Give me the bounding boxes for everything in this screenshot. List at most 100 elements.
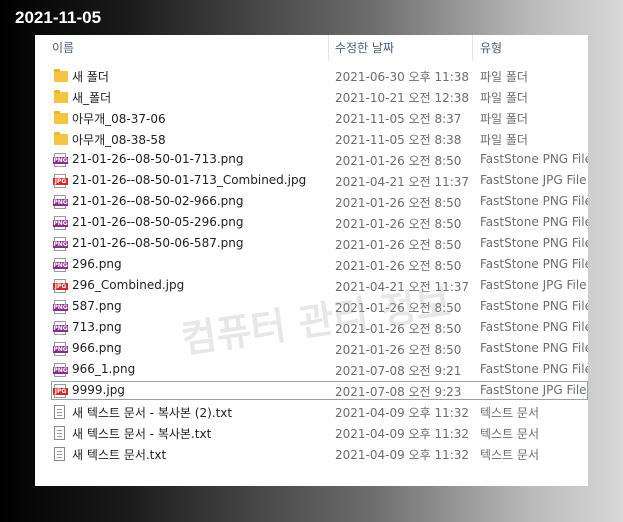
date-label: 2021-11-05	[15, 8, 102, 27]
file-type: FastStone PNG File	[480, 215, 588, 229]
jpg-file-icon: JPG	[53, 173, 69, 189]
file-type: FastStone PNG File	[480, 257, 588, 271]
file-date: 2021-01-26 오전 8:50	[335, 301, 462, 315]
folder-icon	[53, 89, 69, 105]
file-type: FastStone PNG File	[480, 320, 588, 334]
file-row[interactable]: 새 텍스트 문서 - 복사본.txt 2021-04-09 오후 11:32 텍스트…	[35, 422, 588, 443]
file-type: 파일 폴더	[480, 70, 528, 84]
file-date: 2021-04-09 오후 11:32	[335, 427, 470, 441]
file-row[interactable]: 아무개_08-37-06 2021-11-05 오전 8:37 파일 폴더	[35, 107, 588, 128]
file-rows: 새 폴더 2021-06-30 오후 11:38 파일 폴더새_폴더 2021-10-…	[35, 65, 588, 464]
file-type: FastStone PNG File	[480, 152, 588, 166]
file-row[interactable]: JPG 21-01-26--08-50-01-713_Combined.jpg 20…	[35, 170, 588, 191]
file-row[interactable]: PNG 21-01-26--08-50-01-713.png 2021-01-26 …	[35, 149, 588, 170]
file-name: 새 텍스트 문서 - 복사본.txt	[72, 427, 212, 441]
file-name: 아무개_08-38-58	[72, 133, 166, 147]
file-type: FastStone PNG File	[480, 194, 588, 208]
file-row[interactable]: PNG 296.png 2021-01-26 오전 8:50 FastStone PN…	[35, 254, 588, 275]
file-date: 2021-01-26 오전 8:50	[335, 154, 462, 168]
file-name: 새 폴더	[72, 70, 109, 84]
file-date: 2021-01-26 오전 8:50	[335, 238, 462, 252]
file-row[interactable]: PNG 587.png 2021-01-26 오전 8:50 FastStone PN…	[35, 296, 588, 317]
file-name: 21-01-26--08-50-02-966.png	[72, 194, 244, 208]
file-row[interactable]: JPG 9999.jpg 2021-07-08 오전 9:23 FastStone J…	[35, 380, 588, 401]
file-name: 966_1.png	[72, 362, 136, 376]
file-row[interactable]: PNG 21-01-26--08-50-05-296.png 2021-01-26 …	[35, 212, 588, 233]
folder-icon	[53, 110, 69, 126]
file-type: FastStone PNG File	[480, 362, 588, 376]
file-date: 2021-07-08 오전 9:21	[335, 364, 462, 378]
png-file-icon: PNG	[53, 215, 69, 231]
folder-icon	[53, 68, 69, 84]
png-file-icon: PNG	[53, 194, 69, 210]
folder-icon	[53, 131, 69, 147]
file-name: 21-01-26--08-50-01-713.png	[72, 152, 244, 166]
file-type: 텍스트 문서	[480, 406, 540, 420]
sort-up-icon: ^	[183, 35, 191, 42]
file-date: 2021-01-26 오전 8:50	[335, 343, 462, 357]
png-file-icon: PNG	[53, 236, 69, 252]
file-name: 966.png	[72, 341, 122, 355]
file-name: 9999.jpg	[72, 383, 125, 397]
file-explorer-list: 이름 ^ 수정한 날짜 유형 새 폴더 2021-06-30 오후 11:38 파일…	[35, 35, 588, 486]
file-row[interactable]: JPG 296_Combined.jpg 2021-04-21 오전 11:37 Fa…	[35, 275, 588, 296]
column-name[interactable]: 이름	[52, 39, 74, 56]
file-type: 파일 폴더	[480, 112, 528, 126]
file-name: 21-01-26--08-50-05-296.png	[72, 215, 244, 229]
text-file-icon	[53, 446, 69, 462]
file-date: 2021-11-05 오전 8:38	[335, 133, 462, 147]
file-name: 아무개_08-37-06	[72, 112, 166, 126]
file-name: 713.png	[72, 320, 122, 334]
file-type: FastStone PNG File	[480, 236, 588, 250]
file-row[interactable]: PNG 21-01-26--08-50-02-966.png 2021-01-26 …	[35, 191, 588, 212]
file-date: 2021-04-09 오후 11:32	[335, 406, 470, 420]
file-name: 새 텍스트 문서.txt	[72, 448, 167, 462]
file-row[interactable]: PNG 713.png 2021-01-26 오전 8:50 FastStone PN…	[35, 317, 588, 338]
file-row[interactable]: PNG 21-01-26--08-50-06-587.png 2021-01-26 …	[35, 233, 588, 254]
file-date: 2021-01-26 오전 8:50	[335, 217, 462, 231]
text-file-icon	[53, 425, 69, 441]
file-date: 2021-11-05 오전 8:37	[335, 112, 462, 126]
file-name: 296.png	[72, 257, 122, 271]
file-type: 텍스트 문서	[480, 448, 540, 462]
jpg-file-icon: JPG	[53, 383, 69, 399]
file-date: 2021-01-26 오전 8:50	[335, 322, 462, 336]
file-name: 21-01-26--08-50-01-713_Combined.jpg	[72, 173, 307, 187]
file-type: 파일 폴더	[480, 133, 528, 147]
file-type: 텍스트 문서	[480, 427, 540, 441]
file-row[interactable]: 아무개_08-38-58 2021-11-05 오전 8:38 파일 폴더	[35, 128, 588, 149]
column-header: 이름 ^ 수정한 날짜 유형	[35, 35, 588, 61]
column-divider[interactable]	[328, 35, 329, 61]
png-file-icon: PNG	[53, 299, 69, 315]
file-row[interactable]: PNG 966_1.png 2021-07-08 오전 9:21 FastStone …	[35, 359, 588, 380]
text-file-icon	[53, 404, 69, 420]
file-name: 587.png	[72, 299, 122, 313]
file-type: FastStone JPG File	[480, 383, 587, 397]
file-date: 2021-10-21 오전 12:38	[335, 91, 470, 105]
png-file-icon: PNG	[53, 257, 69, 273]
file-row[interactable]: 새 폴더 2021-06-30 오후 11:38 파일 폴더	[35, 65, 588, 86]
file-date: 2021-01-26 오전 8:50	[335, 196, 462, 210]
file-type: FastStone JPG File	[480, 278, 587, 292]
file-date: 2021-04-09 오후 11:32	[335, 448, 470, 462]
file-type: FastStone PNG File	[480, 341, 588, 355]
file-type: 파일 폴더	[480, 91, 528, 105]
file-type: FastStone JPG File	[480, 173, 587, 187]
file-type: FastStone PNG File	[480, 299, 588, 313]
file-row[interactable]: 새 텍스트 문서 - 복사본 (2).txt 2021-04-09 오후 11:3…	[35, 401, 588, 422]
file-name: 새 텍스트 문서 - 복사본 (2).txt	[72, 406, 233, 420]
column-date[interactable]: 수정한 날짜	[335, 39, 394, 56]
file-name: 새_폴더	[72, 91, 112, 105]
png-file-icon: PNG	[53, 320, 69, 336]
file-row[interactable]: 새 텍스트 문서.txt 2021-04-09 오후 11:32 텍스트 문서	[35, 443, 588, 464]
jpg-file-icon: JPG	[53, 278, 69, 294]
png-file-icon: PNG	[53, 362, 69, 378]
png-file-icon: PNG	[53, 341, 69, 357]
file-row[interactable]: PNG 966.png 2021-01-26 오전 8:50 FastStone PN…	[35, 338, 588, 359]
column-divider[interactable]	[472, 35, 473, 61]
file-row[interactable]: 새_폴더 2021-10-21 오전 12:38 파일 폴더	[35, 86, 588, 107]
file-name: 296_Combined.jpg	[72, 278, 185, 292]
file-date: 2021-04-21 오전 11:37	[335, 175, 470, 189]
file-date: 2021-07-08 오전 9:23	[335, 385, 462, 399]
column-type[interactable]: 유형	[480, 39, 502, 56]
